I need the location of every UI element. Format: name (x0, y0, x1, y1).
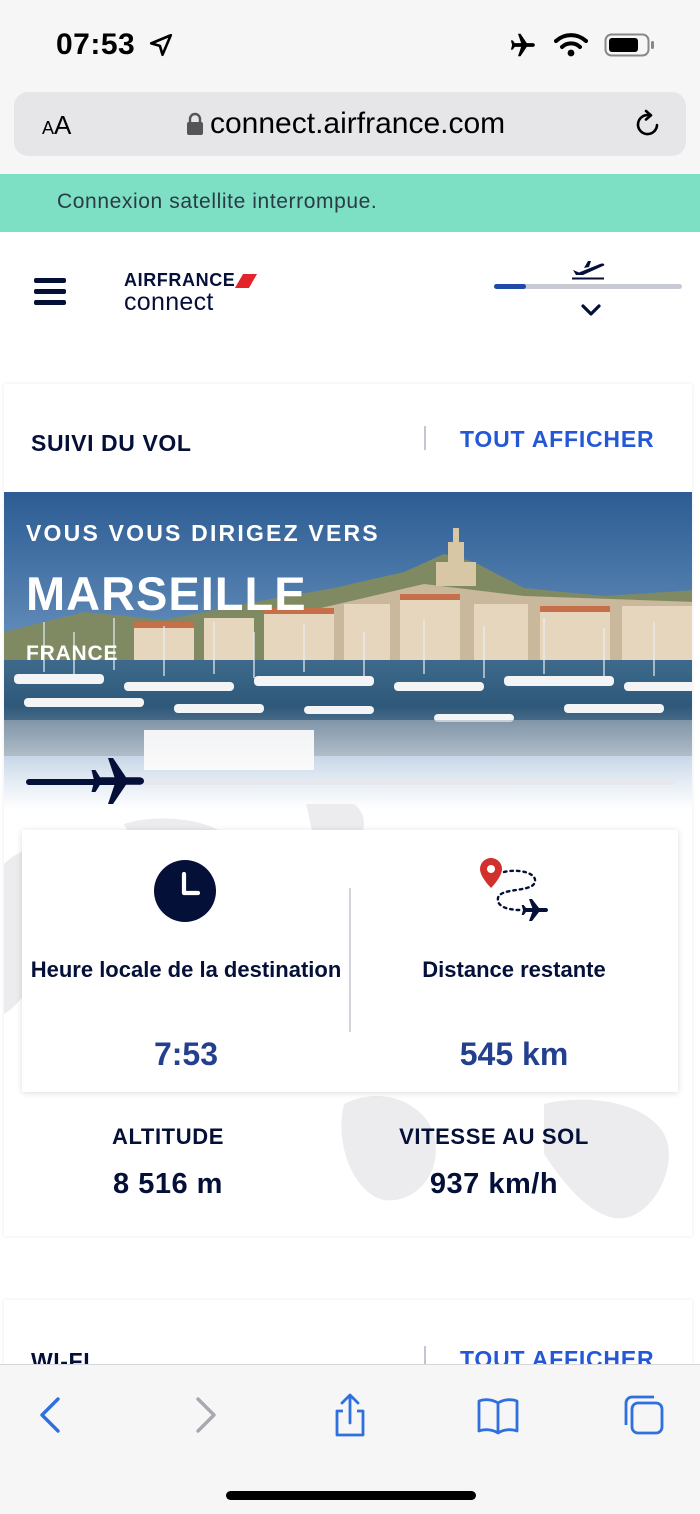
airplane-icon (91, 758, 144, 804)
flight-progress-toggle[interactable] (494, 258, 682, 328)
site-header: AIRFRANCE connect (0, 232, 700, 352)
altitude-label: ALTITUDE (112, 1124, 224, 1149)
altitude-stat: ALTITUDE 8 516 m (4, 1124, 332, 1201)
share-icon[interactable] (328, 1393, 372, 1437)
tabs-icon[interactable] (622, 1393, 666, 1437)
ground-speed-value: 937 km/h (429, 1168, 559, 1200)
logo-slash-icon (235, 273, 258, 288)
text-size-button[interactable]: AA (42, 110, 71, 141)
status-bar: 07:53 (0, 0, 700, 90)
lock-icon (187, 112, 203, 135)
connection-banner: Connexion satellite interrompue. (0, 174, 700, 232)
card-title: SUIVI DU VOL (31, 430, 192, 456)
airfrance-connect-logo[interactable]: AIRFRANCE connect (124, 270, 258, 317)
location-arrow-icon (149, 33, 173, 57)
distance-value: 545 km (459, 1036, 569, 1072)
ground-speed-stat: VITESSE AU SOL 937 km/h (330, 1124, 658, 1201)
route-distance-icon (480, 858, 548, 921)
ground-speed-label: VITESSE AU SOL (399, 1124, 589, 1149)
header-progress-fill (494, 284, 526, 289)
clock-icon (154, 860, 216, 922)
status-time: 07:53 (56, 28, 136, 61)
battery-icon (604, 33, 654, 57)
altitude-value: 8 516 m (113, 1168, 223, 1200)
back-icon[interactable] (30, 1393, 74, 1437)
destination-info-box: Heure locale de la destination 7:53 Dist… (22, 830, 678, 1092)
chevron-down-icon (581, 304, 601, 316)
logo-connect-text: connect (124, 288, 214, 316)
airplane-mode-icon (510, 33, 535, 57)
destination-country: FRANCE (26, 642, 119, 665)
local-time-value: 7:53 (153, 1036, 219, 1072)
local-time-panel: Heure locale de la destination 7:53 (22, 830, 350, 1092)
takeoff-plane-icon (572, 261, 605, 280)
banner-message: Connexion satellite interrompue. (57, 190, 378, 213)
hero-subtitle: VOUS VOUS DIRIGEZ VERS (26, 520, 380, 546)
bookmarks-icon[interactable] (476, 1393, 520, 1437)
forward-icon[interactable] (182, 1393, 226, 1437)
distance-label: Distance restante (422, 957, 606, 982)
view-all-link[interactable]: TOUT AFFICHER (460, 426, 654, 453)
card-divider (424, 426, 426, 450)
address-bar[interactable]: AA connect.airfrance.com (14, 92, 686, 156)
menu-icon[interactable] (34, 278, 66, 305)
wifi-icon (554, 33, 588, 57)
distance-panel: Distance restante 545 km (350, 830, 678, 1092)
destination-city: MARSEILLE (26, 567, 307, 620)
local-time-label: Heure locale de la destination (30, 957, 342, 982)
home-indicator (226, 1491, 476, 1500)
reload-icon[interactable] (632, 108, 664, 140)
url-display[interactable]: connect.airfrance.com (186, 107, 505, 141)
browser-chrome: AA connect.airfrance.com (0, 90, 700, 174)
destination-hero: VOUS VOUS DIRIGEZ VERS MARSEILLE FRANCE (4, 492, 692, 810)
url-text: connect.airfrance.com (210, 107, 506, 140)
flight-tracking-card: SUIVI DU VOL TOUT AFFICHER VOUS VOUS DIR… (4, 384, 692, 1236)
